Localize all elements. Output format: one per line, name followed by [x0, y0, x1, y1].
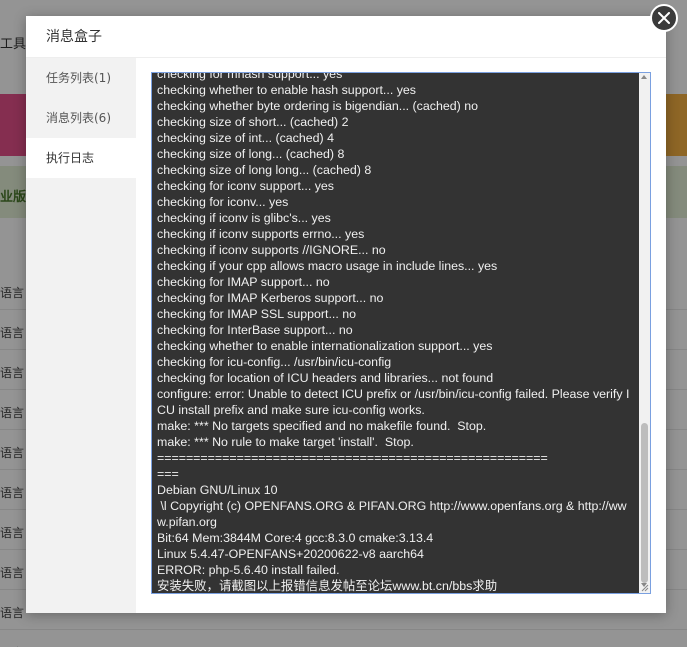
log-line: checking if iconv supports //IGNORE... n… [157, 243, 386, 257]
log-line: checking whether to enable international… [157, 339, 493, 353]
log-line: checking for IMAP Kerberos support... no [157, 291, 384, 305]
log-line: configure: error: Unable to detect ICU p… [157, 387, 630, 417]
log-line: checking size of int... (cached) 4 [157, 131, 334, 145]
log-line: checking size of long... (cached) 8 [157, 147, 345, 161]
message-box-modal: 消息盒子 任务列表(1) 消息列表(6) 执行日志 checking for m… [26, 16, 666, 613]
log-line: \l Copyright (c) OPENFANS.ORG & PIFAN.OR… [157, 499, 627, 529]
log-line: make: *** No targets specified and no ma… [157, 419, 487, 433]
close-button[interactable] [650, 4, 678, 32]
log-line: checking for mhash support... yes [157, 72, 343, 81]
log-line: Debian GNU/Linux 10 [157, 483, 278, 497]
log-line: 安装失败，请截图以上报错信息发帖至论坛www.bt.cn/bbs求助 [157, 579, 498, 593]
log-scrollbar[interactable] [639, 73, 650, 593]
resize-grip-icon[interactable] [640, 583, 649, 592]
log-line: checking for InterBase support... no [157, 323, 353, 337]
log-line: === [157, 467, 179, 481]
modal-sidebar: 任务列表(1) 消息列表(6) 执行日志 [26, 58, 136, 613]
sidebar-item-exec-log[interactable]: 执行日志 [26, 138, 136, 178]
log-line: Linux 5.4.47-OPENFANS+20200622-v8 aarch6… [157, 547, 424, 561]
modal-title: 消息盒子 [26, 16, 666, 58]
log-line: checking size of short... (cached) 2 [157, 115, 349, 129]
log-line: Bit:64 Mem:3844M Core:4 gcc:8.3.0 cmake:… [157, 531, 434, 545]
log-line: checking for IMAP support... no [157, 275, 330, 289]
scroll-up-icon[interactable] [641, 75, 647, 79]
close-icon [658, 12, 670, 24]
log-line: make: *** No rule to make target 'instal… [157, 435, 414, 449]
log-line: checking if your cpp allows macro usage … [157, 259, 498, 273]
log-line: checking for icu-config... /usr/bin/icu-… [157, 355, 392, 369]
scroll-thumb[interactable] [641, 423, 648, 583]
log-line: checking for IMAP SSL support... no [157, 307, 357, 321]
log-line: checking for iconv... yes [157, 195, 289, 209]
log-line: checking whether byte ordering is bigend… [157, 99, 478, 113]
log-line: ERROR: php-5.6.40 install failed. [157, 563, 340, 577]
log-line: ========================================… [157, 451, 548, 465]
log-content-area: checking for mhash support... yes checkin… [136, 58, 666, 613]
sidebar-item-tasks[interactable]: 任务列表(1) [26, 58, 136, 98]
sidebar-item-messages[interactable]: 消息列表(6) [26, 98, 136, 138]
log-line: checking if iconv is glibc's... yes [157, 211, 331, 225]
log-line: checking for location of ICU headers and… [157, 371, 494, 385]
log-line: checking if iconv supports errno... yes [157, 227, 365, 241]
log-textarea[interactable]: checking for mhash support... yes checkin… [151, 72, 651, 594]
log-line: checking size of long long... (cached) 8 [157, 163, 372, 177]
log-line: checking for iconv support... yes [157, 179, 334, 193]
log-text: checking for mhash support... yes checkin… [157, 72, 635, 593]
log-line: checking whether to enable hash support.… [157, 83, 416, 97]
